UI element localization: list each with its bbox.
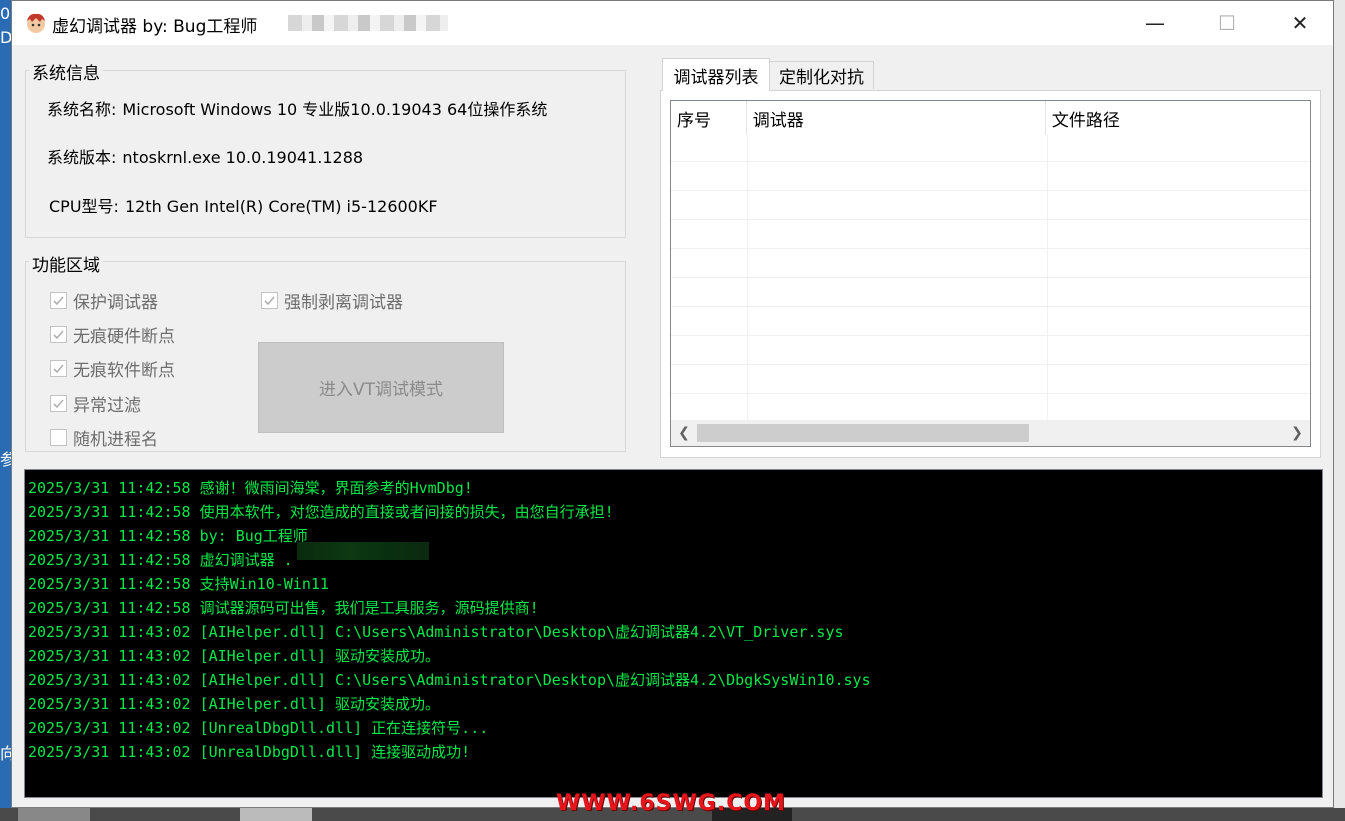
- log-line: 2025/3/31 11:43:02 [AIHelper.dll] 驱动安装成功…: [28, 695, 441, 713]
- checkbox-label: 保护调试器: [73, 293, 158, 313]
- site-watermark: WWW.6SWG.COM: [556, 791, 786, 816]
- scroll-right-icon[interactable]: ❯: [1284, 420, 1310, 446]
- log-line: 2025/3/31 11:42:58 感谢！微雨间海棠，界面参考的HvmDbg!: [28, 479, 473, 497]
- app-logo-icon: [27, 13, 45, 33]
- checkbox-box[interactable]: [50, 292, 67, 309]
- checkbox-protect-debugger[interactable]: 保护调试器: [50, 288, 158, 313]
- cpu-row: CPU型号: 12th Gen Intel(R) Core(TM) i5-1260…: [49, 193, 438, 217]
- column-header-index[interactable]: 序号: [671, 101, 747, 135]
- minimize-button[interactable]: —: [1120, 1, 1190, 45]
- checkbox-box[interactable]: [261, 292, 278, 309]
- taskbar-item[interactable]: [18, 808, 90, 821]
- checkbox-box[interactable]: [50, 395, 67, 412]
- log-line: 2025/3/31 11:43:02 [UnrealDbgDll.dll] 正在…: [28, 719, 489, 737]
- cpu-value: 12th Gen Intel(R) Core(TM) i5-12600KF: [124, 197, 438, 216]
- checkbox-box[interactable]: [50, 326, 67, 343]
- enter-vt-mode-button[interactable]: 进入VT调试模式: [258, 342, 504, 433]
- list-item[interactable]: [671, 161, 1310, 190]
- maximize-button[interactable]: ☐: [1192, 1, 1262, 45]
- system-version-row: 系统版本: ntoskrnl.exe 10.0.19041.1288: [47, 144, 363, 168]
- log-line: 2025/3/31 11:43:02 [AIHelper.dll] 驱动安装成功…: [28, 647, 441, 665]
- tab-debugger-list[interactable]: 调试器列表: [662, 58, 770, 91]
- main-window: 虚幻调试器 by: Bug工程师 — ☐ ✕ 系统信息 系统名称: Microso…: [11, 0, 1334, 808]
- system-version-value: ntoskrnl.exe 10.0.19041.1288: [122, 148, 364, 167]
- log-line: 2025/3/31 11:42:58 调试器源码可出售，我们是工具服务，源码提供…: [28, 599, 539, 617]
- system-info-title: 系统信息: [29, 59, 103, 84]
- checkbox-box[interactable]: [50, 360, 67, 377]
- system-name-label: 系统名称:: [47, 100, 117, 119]
- title-bar[interactable]: 虚幻调试器 by: Bug工程师 — ☐ ✕: [12, 1, 1333, 45]
- taskbar-item[interactable]: [240, 808, 312, 821]
- checkbox-label: 无痕硬件断点: [73, 327, 175, 347]
- log-line: 2025/3/31 11:43:02 [AIHelper.dll] C:\Use…: [28, 623, 844, 641]
- list-item[interactable]: [671, 335, 1310, 364]
- checkbox-random-process-name[interactable]: 随机进程名: [50, 425, 158, 450]
- checkbox-box[interactable]: [50, 429, 67, 446]
- desktop-right-edge: [1333, 0, 1345, 821]
- system-version-label: 系统版本:: [47, 148, 117, 167]
- tab-custom-counter[interactable]: 定制化对抗: [769, 61, 874, 89]
- desktop-edge-glyph: 0: [0, 4, 11, 23]
- column-divider: [747, 135, 748, 420]
- list-item[interactable]: [671, 393, 1310, 422]
- scroll-left-icon[interactable]: ❮: [671, 420, 697, 446]
- column-header-path[interactable]: 文件路径: [1046, 101, 1310, 135]
- redacted-title-region: [288, 15, 448, 31]
- log-console[interactable]: 2025/3/31 11:42:58 感谢！微雨间海棠，界面参考的HvmDbg!…: [24, 469, 1323, 798]
- log-line: 2025/3/31 11:42:58 by: Bug工程师: [28, 527, 308, 545]
- checkmark-icon: [53, 330, 64, 340]
- redacted-log-region: [297, 542, 429, 560]
- log-line: 2025/3/31 11:43:02 [AIHelper.dll] C:\Use…: [28, 671, 871, 689]
- checkmark-icon: [264, 296, 275, 306]
- list-header: 序号 调试器 文件路径: [671, 101, 1310, 135]
- log-line: 2025/3/31 11:43:02 [UnrealDbgDll.dll] 连接…: [28, 743, 471, 761]
- cpu-label: CPU型号:: [49, 197, 119, 216]
- checkbox-force-strip-debugger[interactable]: 强制剥离调试器: [261, 288, 403, 313]
- list-item[interactable]: [671, 364, 1310, 393]
- tab-panel: 序号 调试器 文件路径 ❮ ❯: [660, 90, 1321, 458]
- checkbox-hw-breakpoint[interactable]: 无痕硬件断点: [50, 322, 175, 347]
- log-line: 2025/3/31 11:42:58 使用本软件，对您造成的直接或者间接的损失，…: [28, 503, 614, 521]
- log-line: 2025/3/31 11:42:58 支持Win10-Win11: [28, 575, 329, 593]
- close-button[interactable]: ✕: [1265, 1, 1335, 45]
- list-item[interactable]: [671, 190, 1310, 219]
- checkbox-label: 无痕软件断点: [73, 361, 175, 381]
- system-name-value: Microsoft Windows 10 专业版10.0.19043 64位操作…: [122, 100, 548, 119]
- log-line: 2025/3/31 11:42:58 虚幻调试器 .: [28, 551, 293, 569]
- list-item[interactable]: [671, 248, 1310, 277]
- checkbox-label: 强制剥离调试器: [284, 293, 403, 313]
- checkbox-label: 异常过滤: [73, 396, 141, 416]
- function-area-title: 功能区域: [29, 251, 103, 276]
- column-header-debugger[interactable]: 调试器: [747, 101, 1046, 135]
- checkbox-sw-breakpoint[interactable]: 无痕软件断点: [50, 356, 175, 381]
- horizontal-scrollbar[interactable]: ❮ ❯: [671, 420, 1310, 446]
- window-title: 虚幻调试器 by: Bug工程师: [52, 17, 258, 37]
- list-item[interactable]: [671, 306, 1310, 335]
- debugger-list-view[interactable]: 序号 调试器 文件路径 ❮ ❯: [670, 100, 1311, 447]
- column-divider: [1047, 135, 1048, 420]
- checkmark-icon: [53, 296, 64, 306]
- list-item[interactable]: [671, 219, 1310, 248]
- checkmark-icon: [53, 399, 64, 409]
- scrollbar-thumb[interactable]: [697, 424, 1029, 442]
- system-name-row: 系统名称: Microsoft Windows 10 专业版10.0.19043 …: [47, 96, 547, 120]
- checkmark-icon: [53, 364, 64, 374]
- list-item[interactable]: [671, 277, 1310, 306]
- checkbox-exception-filter[interactable]: 异常过滤: [50, 391, 141, 416]
- checkbox-label: 随机进程名: [73, 430, 158, 450]
